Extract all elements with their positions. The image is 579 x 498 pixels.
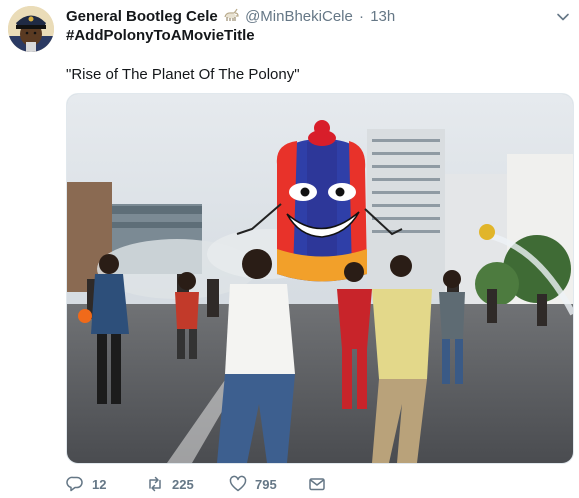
heart-icon xyxy=(229,475,247,492)
goat-emoji-icon xyxy=(224,8,239,21)
timestamp[interactable]: 13h xyxy=(370,8,395,25)
hashtag-link[interactable]: #AddPolonyToAMovieTitle xyxy=(66,27,255,45)
reply-count: 12 xyxy=(92,476,107,492)
reply-icon xyxy=(66,476,83,492)
tweet-text: "Rise of The Planet Of The Polony" xyxy=(66,66,300,83)
direct-message-button[interactable] xyxy=(308,474,326,494)
photo-street-scene xyxy=(67,94,573,463)
retweet-button[interactable]: 225 xyxy=(146,474,194,494)
retweet-count: 225 xyxy=(172,476,194,492)
police-officer-avatar xyxy=(8,6,54,52)
author-name[interactable]: General Bootleg Cele xyxy=(66,8,218,25)
tweet-card[interactable]: General Bootleg Cele @MinBhekiCele · 13h… xyxy=(0,0,579,498)
like-button[interactable]: 795 xyxy=(229,474,277,494)
reply-button[interactable]: 12 xyxy=(66,474,106,494)
author-handle[interactable]: @MinBhekiCele xyxy=(245,8,353,25)
separator-dot: · xyxy=(359,8,365,25)
tweet-actions: 12 225 795 xyxy=(66,474,366,494)
retweet-icon xyxy=(149,476,161,492)
avatar[interactable] xyxy=(8,6,54,52)
chevron-down-icon[interactable] xyxy=(556,10,570,24)
tweet-photo[interactable] xyxy=(66,93,574,464)
like-count: 795 xyxy=(255,476,277,492)
tweet-header: General Bootleg Cele @MinBhekiCele · 13h xyxy=(66,8,395,26)
envelope-icon xyxy=(309,478,325,491)
